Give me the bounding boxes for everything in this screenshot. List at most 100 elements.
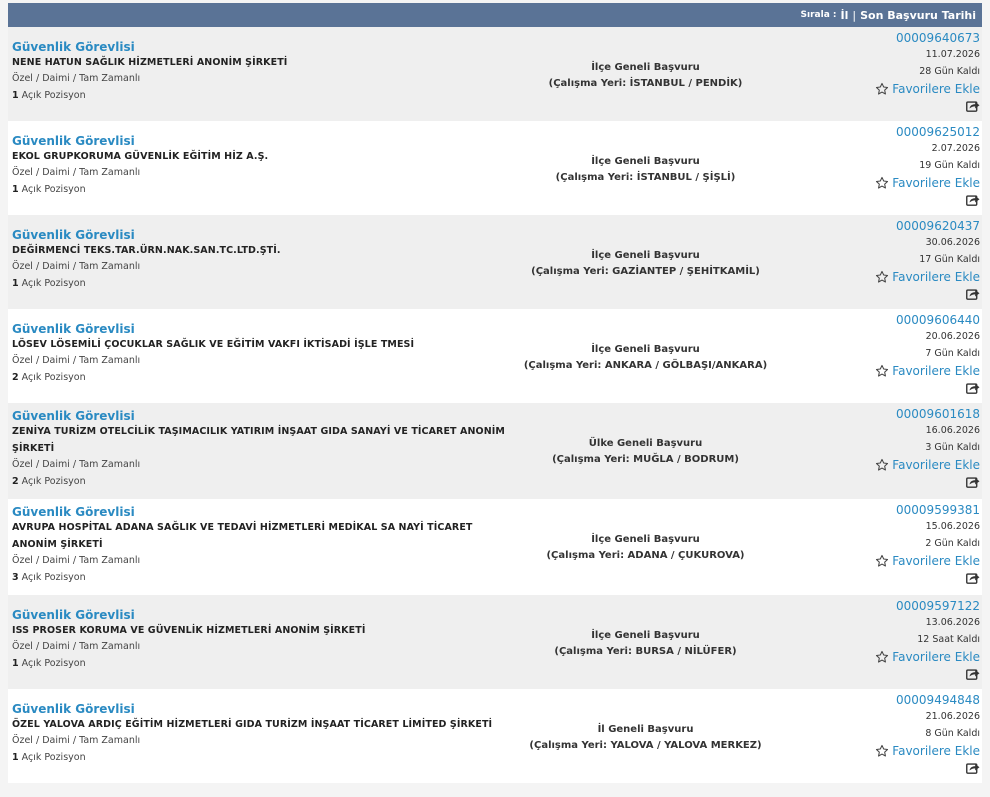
open-positions-label: Açık Pozisyon: [21, 476, 86, 487]
scope-text: İl Geneli Başvuru: [597, 724, 694, 735]
add-to-favorites-button[interactable]: Favorilere Ekle: [800, 742, 980, 760]
share-icon: [966, 477, 980, 488]
add-to-favorites-label: Favorilere Ekle: [892, 554, 980, 568]
open-positions-count: 2: [12, 372, 19, 383]
job-title-link[interactable]: Güvenlik Görevlisi: [12, 322, 512, 336]
add-to-favorites-button[interactable]: Favorilere Ekle: [800, 268, 980, 286]
listing-code-link[interactable]: 00009606440: [800, 312, 980, 328]
listing-code-link[interactable]: 00009601618: [800, 406, 980, 422]
star-icon: [876, 82, 889, 95]
add-to-favorites-label: Favorilere Ekle: [892, 270, 980, 284]
sort-by-last-date-link[interactable]: Son Başvuru Tarihi: [860, 9, 976, 22]
open-positions-count: 1: [12, 658, 19, 669]
listing-row: Güvenlik Görevlisi AVRUPA HOSPİTAL ADANA…: [8, 499, 982, 595]
listing-actions: 00009597122 13.06.2026 12 Saat Kaldı Fav…: [800, 598, 980, 680]
listing-row: Güvenlik Görevlisi NENE HATUN SAĞLIK HİZ…: [8, 27, 982, 121]
add-to-favorites-button[interactable]: Favorilere Ekle: [800, 174, 980, 192]
application-scope: İlçe Geneli Başvuru (Çalışma Yeri: İSTAN…: [508, 154, 783, 186]
employment-type: Özel / Daimi / Tam Zamanlı: [12, 735, 141, 746]
job-title-link[interactable]: Güvenlik Görevlisi: [12, 702, 512, 716]
open-positions-count: 1: [12, 90, 19, 101]
employment-type: Özel / Daimi / Tam Zamanlı: [12, 167, 141, 178]
job-title-link[interactable]: Güvenlik Görevlisi: [12, 608, 512, 622]
star-icon: [876, 364, 889, 377]
listing-actions: 00009601618 16.06.2026 3 Gün Kaldı Favor…: [800, 406, 980, 488]
listing-code-link[interactable]: 00009599381: [800, 502, 980, 518]
job-title-link[interactable]: Güvenlik Görevlisi: [12, 505, 512, 519]
listing-code-link[interactable]: 00009625012: [800, 124, 980, 140]
company-name: ZENİYA TURİZM OTELCİLİK TAŞIMACILIK YATI…: [12, 426, 505, 454]
listing-actions: 00009606440 20.06.2026 7 Gün Kaldı Favor…: [800, 312, 980, 394]
listing-row: Güvenlik Görevlisi ISS PROSER KORUMA VE …: [8, 595, 982, 689]
open-positions: 1 Açık Pozisyon: [12, 749, 512, 766]
application-scope: Ülke Geneli Başvuru (Çalışma Yeri: MUĞLA…: [508, 436, 783, 468]
job-title-link[interactable]: Güvenlik Görevlisi: [12, 228, 512, 242]
add-to-favorites-label: Favorilere Ekle: [892, 744, 980, 758]
share-icon: [966, 383, 980, 394]
listing-code-link[interactable]: 00009597122: [800, 598, 980, 614]
job-title-link[interactable]: Güvenlik Görevlisi: [12, 409, 512, 423]
work-location: (Çalışma Yeri: GAZİANTEP / ŞEHİTKAMİL): [531, 266, 760, 277]
share-button[interactable]: [800, 475, 980, 488]
scope-text: İlçe Geneli Başvuru: [591, 630, 700, 641]
listing-actions: 00009625012 2.07.2026 19 Gün Kaldı Favor…: [800, 124, 980, 206]
sort-bar: Sırala : İl | Son Başvuru Tarihi: [8, 3, 982, 27]
employment-type: Özel / Daimi / Tam Zamanlı: [12, 355, 141, 366]
work-location: (Çalışma Yeri: YALOVA / YALOVA MERKEZ): [529, 740, 762, 751]
sort-separator: |: [852, 8, 857, 22]
listing-code-link[interactable]: 00009494848: [800, 692, 980, 708]
scope-text: İlçe Geneli Başvuru: [591, 250, 700, 261]
share-button[interactable]: [800, 99, 980, 112]
listing-info: Güvenlik Görevlisi AVRUPA HOSPİTAL ADANA…: [12, 505, 512, 586]
deadline-date: 13.06.2026: [925, 617, 980, 628]
company-name: LÖSEV LÖSEMİLİ ÇOCUKLAR SAĞLIK VE EĞİTİM…: [12, 339, 415, 350]
open-positions: 1 Açık Pozisyon: [12, 275, 512, 292]
share-button[interactable]: [800, 287, 980, 300]
star-icon: [876, 458, 889, 471]
time-remaining: 28 Gün Kaldı: [919, 66, 980, 77]
deadline-date: 16.06.2026: [925, 425, 980, 436]
add-to-favorites-button[interactable]: Favorilere Ekle: [800, 552, 980, 570]
listing-info: Güvenlik Görevlisi DEĞİRMENCİ TEKS.TAR.Ü…: [12, 228, 512, 292]
application-scope: İl Geneli Başvuru (Çalışma Yeri: YALOVA …: [508, 722, 783, 754]
add-to-favorites-label: Favorilere Ekle: [892, 364, 980, 378]
open-positions-label: Açık Pozisyon: [21, 658, 86, 669]
share-icon: [966, 195, 980, 206]
add-to-favorites-label: Favorilere Ekle: [892, 82, 980, 96]
employment-type: Özel / Daimi / Tam Zamanlı: [12, 261, 141, 272]
share-icon: [966, 289, 980, 300]
add-to-favorites-button[interactable]: Favorilere Ekle: [800, 362, 980, 380]
share-button[interactable]: [800, 381, 980, 394]
listing-row: Güvenlik Görevlisi ÖZEL YALOVA ARDIÇ EĞİ…: [8, 689, 982, 783]
employment-type: Özel / Daimi / Tam Zamanlı: [12, 555, 141, 566]
deadline-date: 21.06.2026: [925, 711, 980, 722]
listing-code-link[interactable]: 00009640673: [800, 30, 980, 46]
listing-info: Güvenlik Görevlisi ÖZEL YALOVA ARDIÇ EĞİ…: [12, 702, 512, 766]
star-icon: [876, 650, 889, 663]
job-title-link[interactable]: Güvenlik Görevlisi: [12, 40, 512, 54]
add-to-favorites-button[interactable]: Favorilere Ekle: [800, 80, 980, 98]
scope-text: Ülke Geneli Başvuru: [588, 438, 703, 449]
listing-row: Güvenlik Görevlisi DEĞİRMENCİ TEKS.TAR.Ü…: [8, 215, 982, 309]
share-button[interactable]: [800, 667, 980, 680]
share-button[interactable]: [800, 571, 980, 584]
listing-code-link[interactable]: 00009620437: [800, 218, 980, 234]
scope-text: İlçe Geneli Başvuru: [591, 62, 700, 73]
listing-rows: Güvenlik Görevlisi NENE HATUN SAĞLIK HİZ…: [8, 27, 982, 783]
deadline-date: 11.07.2026: [925, 49, 980, 60]
job-title-link[interactable]: Güvenlik Görevlisi: [12, 134, 512, 148]
open-positions: 1 Açık Pozisyon: [12, 655, 512, 672]
open-positions: 1 Açık Pozisyon: [12, 87, 512, 104]
time-remaining: 19 Gün Kaldı: [919, 160, 980, 171]
share-button[interactable]: [800, 761, 980, 774]
share-button[interactable]: [800, 193, 980, 206]
company-name: AVRUPA HOSPİTAL ADANA SAĞLIK VE TEDAVİ H…: [12, 522, 473, 550]
sort-by-province-link[interactable]: İl: [841, 9, 849, 22]
open-positions-label: Açık Pozisyon: [21, 372, 86, 383]
add-to-favorites-button[interactable]: Favorilere Ekle: [800, 456, 980, 474]
listing-actions: 00009494848 21.06.2026 8 Gün Kaldı Favor…: [800, 692, 980, 774]
add-to-favorites-button[interactable]: Favorilere Ekle: [800, 648, 980, 666]
time-remaining: 7 Gün Kaldı: [925, 348, 980, 359]
open-positions: 1 Açık Pozisyon: [12, 181, 512, 198]
deadline-date: 20.06.2026: [925, 331, 980, 342]
